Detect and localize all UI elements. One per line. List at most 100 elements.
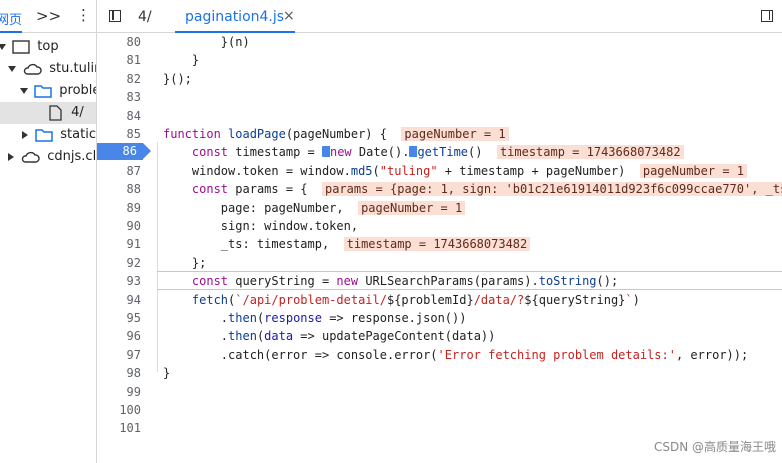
tree-item-static[interactable]: static xyxy=(22,124,96,146)
line-number[interactable]: 80 xyxy=(97,33,141,51)
code-token: => updatePageContent(data)) xyxy=(293,329,496,344)
tab-file-4[interactable]: 4/ xyxy=(138,9,152,25)
code-token: (); xyxy=(596,274,619,289)
code-token: queryString = xyxy=(235,274,337,289)
menu-icon[interactable]: ⋮ xyxy=(76,6,91,24)
more-tabs-icon[interactable]: >> xyxy=(36,7,61,25)
code-token: ( xyxy=(372,163,380,178)
line-number[interactable]: 93 xyxy=(97,272,141,290)
code-token: () xyxy=(468,145,497,160)
line-number[interactable]: 88 xyxy=(97,180,141,198)
code-token: URLSearchParams(params). xyxy=(358,274,539,289)
line-number[interactable]: 97 xyxy=(97,346,141,364)
code-line[interactable]: .then(data => updatePageContent(data)) xyxy=(163,327,496,345)
tab-pagination4[interactable]: pagination4.js xyxy=(185,9,284,25)
code-line[interactable]: } xyxy=(163,51,199,69)
code-token: toString xyxy=(538,274,597,289)
code-token: `/api/problem-detail/ xyxy=(235,292,387,307)
tree-item-problem[interactable]: proble xyxy=(20,80,96,102)
line-number[interactable]: 95 xyxy=(97,309,141,327)
line-number[interactable]: 84 xyxy=(97,107,141,125)
code-token: window.token = window. xyxy=(163,163,351,178)
code-line[interactable]: const timestamp = new Date(). getTime() t… xyxy=(163,143,684,161)
line-number[interactable]: 96 xyxy=(97,327,141,345)
code-line[interactable]: } xyxy=(163,364,170,382)
code-line[interactable]: sign: window.token, xyxy=(163,217,358,235)
code-line[interactable]: const queryString = new URLSearchParams(… xyxy=(163,272,618,290)
line-number-gutter[interactable]: 80 81 82 83 84 85 87 88 89 90 91 92 93 9… xyxy=(97,33,147,463)
code-line[interactable]: function loadPage(pageNumber) { pageNumb… xyxy=(163,125,509,143)
inline-breakpoint-icon[interactable] xyxy=(321,146,330,158)
line-number[interactable]: 100 xyxy=(97,401,141,419)
code-token: . xyxy=(163,311,229,325)
code-token: 'Error fetching problem details:' xyxy=(437,347,676,362)
code-token: } xyxy=(163,53,200,68)
line-number[interactable]: 98 xyxy=(97,364,141,382)
code-token: function xyxy=(163,127,229,141)
toggle-navigator-icon[interactable] xyxy=(109,10,121,22)
code-token: page: pageNumber, xyxy=(163,200,359,215)
tree-item-cdnjs[interactable]: cdnjs.clo xyxy=(8,146,97,168)
tab-page-underline xyxy=(0,31,22,33)
code-line[interactable]: .catch(error => console.error('Error fet… xyxy=(163,346,748,364)
code-line[interactable]: }; xyxy=(163,254,206,272)
collapse-arrow-icon[interactable] xyxy=(22,130,28,139)
line-number[interactable]: 89 xyxy=(97,199,141,217)
tree-item-stu-tuling[interactable]: stu.tuling xyxy=(8,58,96,80)
code-token: _ts: timestamp, xyxy=(163,237,344,252)
line-number[interactable]: 81 xyxy=(97,51,141,69)
tree-item-label: stu.tuling xyxy=(49,61,96,76)
line-number[interactable]: 82 xyxy=(97,70,141,88)
code-line[interactable]: const params = { params = {page: 1, sign… xyxy=(163,180,782,198)
line-number[interactable]: 87 xyxy=(97,162,141,180)
code-token: . xyxy=(163,329,229,344)
code-line[interactable]: window.token = window.md5("tuling" + tim… xyxy=(163,162,748,180)
file-navigator: 网页 >> ⋮ top stu.tuling proble 4/ static … xyxy=(0,0,97,463)
code-token: .catch(error => console.error( xyxy=(163,347,438,362)
collapse-arrow-icon[interactable] xyxy=(8,152,14,161)
tree-item-label: cdnjs.clo xyxy=(47,149,97,164)
indent-guide xyxy=(157,142,158,372)
code-line[interactable]: page: pageNumber, pageNumber = 1 xyxy=(163,199,466,217)
code-token: new xyxy=(336,274,359,289)
code-token: data xyxy=(264,329,294,344)
line-number[interactable]: 85 xyxy=(97,125,141,143)
inline-value-badge: pageNumber = 1 xyxy=(639,163,748,178)
close-icon[interactable]: × xyxy=(283,8,295,24)
line-number[interactable]: 94 xyxy=(97,291,141,309)
tree-item-label: 4/ xyxy=(71,105,84,120)
line-number[interactable]: 91 xyxy=(97,235,141,253)
folder-icon xyxy=(34,84,52,98)
code-token: loadPage xyxy=(228,127,286,141)
tree-item-top[interactable]: top xyxy=(0,36,59,58)
tab-page[interactable]: 网页 xyxy=(0,9,22,28)
code-token: }(n) xyxy=(163,35,250,49)
tree-item-file-4[interactable]: 4/ xyxy=(0,102,96,124)
code-line[interactable]: }(); xyxy=(163,70,192,88)
toggle-debugger-icon[interactable] xyxy=(761,10,773,22)
expand-arrow-icon[interactable] xyxy=(8,65,16,72)
code-token: timestamp = xyxy=(235,145,322,160)
line-number[interactable]: 101 xyxy=(97,419,141,437)
expand-arrow-icon[interactable] xyxy=(20,87,28,94)
expand-arrow-icon[interactable] xyxy=(0,43,6,50)
code-token: , error)); xyxy=(675,347,749,362)
code-line[interactable]: fetch(`/api/problem-detail/${problemId}/… xyxy=(163,291,640,309)
code-token: ) xyxy=(632,292,640,307)
line-number[interactable]: 92 xyxy=(97,254,141,272)
line-number[interactable]: 99 xyxy=(97,383,141,401)
code-line[interactable]: .then(response => response.json()) xyxy=(163,309,467,327)
code-area[interactable]: }(n) }}(); function loadPage(pageNumber) … xyxy=(163,33,782,463)
tree-item-label: static xyxy=(60,127,96,142)
line-number[interactable]: 83 xyxy=(97,88,141,106)
code-line[interactable]: }(n) xyxy=(163,33,250,51)
inline-value-badge: params = {page: 1, sign: 'b01c21e6191401… xyxy=(321,182,782,197)
code-line[interactable]: _ts: timestamp, timestamp = 174366807348… xyxy=(163,235,531,253)
code-token: const xyxy=(191,182,236,197)
code-token: /data/? xyxy=(473,292,525,307)
code-token: then xyxy=(228,311,257,325)
line-number[interactable]: 90 xyxy=(97,217,141,235)
